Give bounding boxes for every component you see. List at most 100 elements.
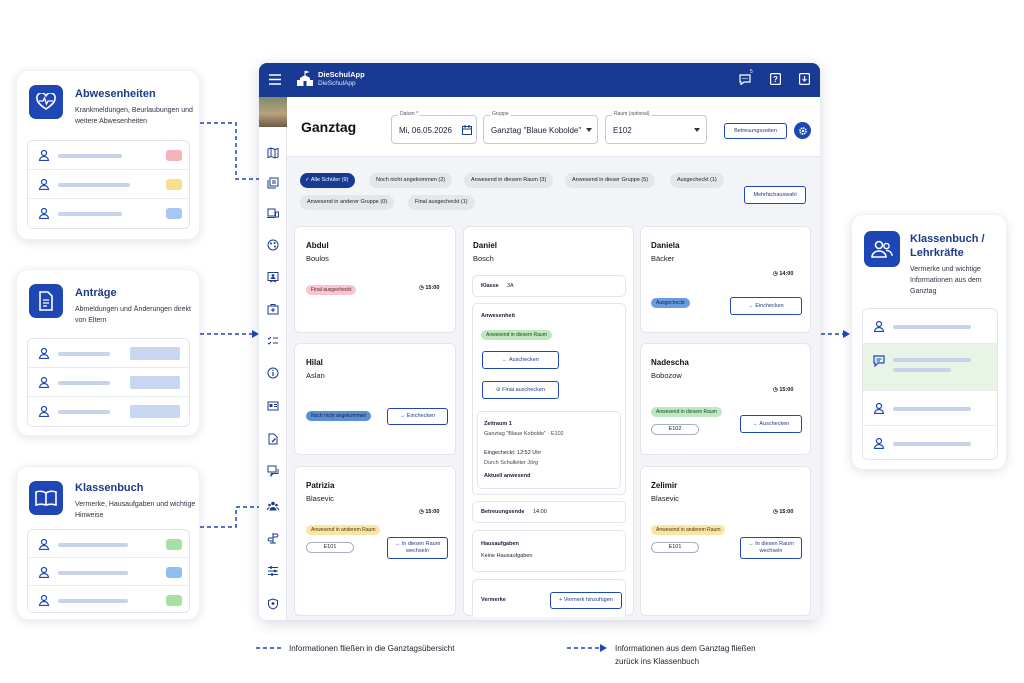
filter-chip-checked-out[interactable]: Ausgecheckt (1) [670,173,724,188]
contact-icon[interactable] [267,271,279,283]
list-item [863,309,997,344]
multi-select-button[interactable]: Mehrfachauswahl [744,186,806,204]
users-icon [864,231,900,267]
student-card-patrizia[interactable]: Patrizia Blasevic ◷ 15:00 Anwesend in an… [294,466,456,616]
status-pill [166,595,182,606]
date-value: Mi, 06.05.2026 [399,126,452,135]
checked-in-time: Eingecheckt: 12:52 Uhr [484,450,542,456]
filter-chip-final[interactable]: Final ausgecheckt (1) [408,195,475,210]
app-subname: DieSchulApp [318,80,356,87]
checkin-button[interactable]: → Einchecken [730,297,802,315]
status-pill [166,567,182,578]
list-item [28,339,189,368]
placeholder-bar [58,381,110,385]
student-card-hilal[interactable]: Hilal Aslan Noch nicht angekommen → Einc… [294,343,456,455]
signpost-icon[interactable] [267,532,279,544]
student-card-abdul[interactable]: Abdul Boulos Final ausgecheckt ◷ 15:00 [294,226,456,333]
edit-document-icon[interactable] [267,433,279,445]
map-icon[interactable] [267,147,279,159]
requests-panel: Anträge Abmeldungen und Änderungen direk… [16,269,200,436]
list-item [28,199,189,228]
presence-status: Aktuell anwesend [484,473,531,479]
checkin-button[interactable]: → Einchecken [387,408,448,425]
care-times-button[interactable]: Betreuungszeiten [724,123,787,139]
arrow-right-icon: → [399,413,407,419]
calendar-icon[interactable] [462,125,472,135]
student-card-daniel[interactable]: Daniel Bosch Klasse 3A Anwesenheit Anwes… [463,226,634,617]
filter-chip-all[interactable]: ✓ Alle Schüler (9) [300,173,356,188]
messages-icon[interactable] [739,74,751,85]
info-icon[interactable] [267,367,279,379]
date-field[interactable]: Datum * Mi, 06.05.2026 [391,111,477,144]
settings-button[interactable] [794,122,811,139]
filter-chip-not-arrived[interactable]: Noch nicht angekommen (2) [369,173,453,188]
student-card-zelimir[interactable]: Zelimir Blasevic ◷ 15:00 Anwesend in and… [640,466,811,616]
filter-chip-in-group[interactable]: Anwesend in dieser Gruppe (5) [565,173,656,188]
logout-icon[interactable] [799,73,810,85]
user-icon [38,566,50,578]
homework-value: Keine Hausaufgaben [481,553,533,559]
student-card-nadescha[interactable]: Nadescha Bobozow ◷ 15:00 Anwesend in die… [640,343,811,455]
teachers-panel: Klassenbuch / Lehrkräfte Vermerke und wi… [851,214,1007,470]
sliders-icon[interactable] [267,565,279,577]
status-badge: Anwesend in diesem Raum [651,407,722,417]
user-icon [873,437,885,449]
menu-icon[interactable] [269,74,281,85]
classbook-panel: Klassenbuch Vermerke, Hausaufgaben und w… [16,466,200,620]
room-select[interactable]: Raum (optional) E102 [605,111,707,144]
filter-chip-other-group[interactable]: Anwesend in anderer Gruppe (0) [300,195,395,210]
placeholder-bar [893,325,971,329]
filter-chip-in-room[interactable]: Anwesend in diesem Raum (3) [464,173,554,188]
school-logo-icon [297,70,313,86]
class-section: Klasse 3A [472,275,626,297]
page-header: Ganztag Datum * Mi, 06.05.2026 Gruppe Ga… [287,97,820,157]
add-note-button[interactable]: + Vermerk hinzufügen [550,592,622,609]
panel-title: Klassenbuch [75,482,144,494]
document-icon [29,284,63,318]
help-icon[interactable]: ? [770,73,781,85]
switch-room-button[interactable]: → In diesen Raum wechseln [740,537,802,559]
absences-panel: Abwesenheiten Krankmeldungen, Beurlaubun… [16,70,200,240]
group-icon[interactable] [267,500,279,512]
id-card-icon[interactable] [267,400,279,412]
classbook-list [27,529,190,613]
last-name: Aslan [306,371,325,380]
heartbeat-icon [29,85,63,119]
legend-right: Informationen aus dem Ganztag fließen zu… [615,644,756,666]
library-icon[interactable] [267,177,279,189]
placeholder-bar [893,368,951,372]
attendance-section: Anwesenheit Anwesend in diesem Raum ← Au… [472,303,626,495]
list-item [863,391,997,426]
checkout-button[interactable]: ← Auschecken [740,415,802,433]
medical-case-icon[interactable] [267,303,279,315]
care-end-time: 14:00 [533,509,547,515]
chat-icon[interactable] [267,465,279,477]
list-item [28,141,189,170]
status-badge: Final ausgecheckt [306,285,357,295]
placeholder-block [130,376,180,389]
status-pill [166,179,182,190]
final-checkout-button[interactable]: ⊘ Final auschecken [482,381,559,399]
last-name: Bosch [473,254,494,263]
list-item [863,426,997,459]
first-name: Patrizia [306,481,335,490]
time-period-box: Zeitraum 1 Ganztag "Blaue Kobolde" · E10… [477,411,621,489]
checkout-button[interactable]: ← Auschecken [482,351,559,369]
last-name: Bobozow [651,371,682,380]
chevron-down-icon [694,128,700,132]
placeholder-block [130,405,180,418]
svg-text:?: ? [773,75,778,84]
first-name: Hilal [306,358,323,367]
student-card-daniela[interactable]: Daniela Bäcker ◷ 14:00 Ausgecheckt → Ein… [640,226,811,333]
checklist-icon[interactable] [267,335,279,347]
palette-icon[interactable] [267,239,279,251]
switch-room-button[interactable]: → In diesen Raum wechseln [387,537,448,559]
group-select[interactable]: Gruppe Ganztag "Blaue Kobolde" [483,111,598,144]
request-list [27,338,190,427]
devices-icon[interactable] [267,207,279,219]
shield-icon[interactable] [267,598,279,610]
notification-badge: 5 [750,69,753,75]
placeholder-bar [58,154,122,158]
last-name: Blasevic [306,494,334,503]
user-icon [38,347,50,359]
